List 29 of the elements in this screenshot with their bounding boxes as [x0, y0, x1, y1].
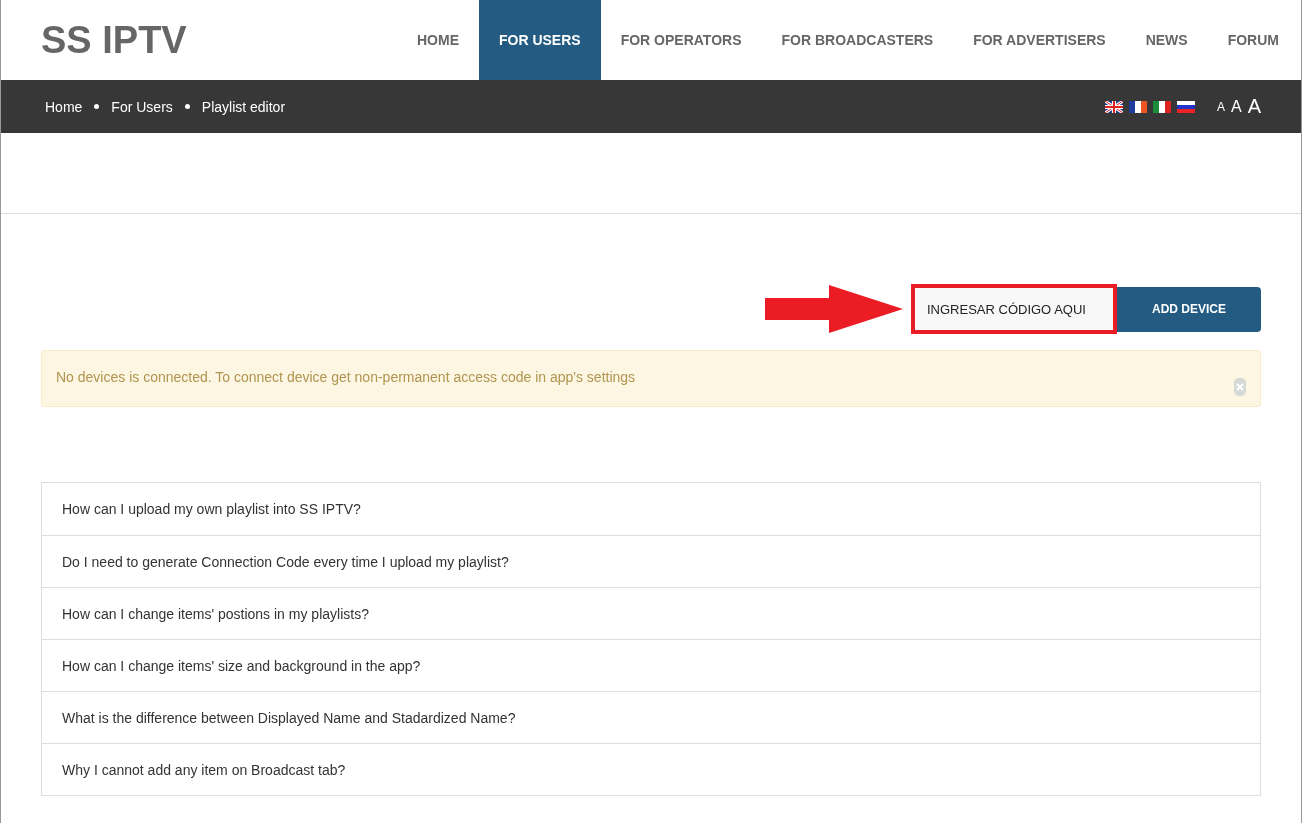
- faq-question[interactable]: Do I need to generate Connection Code every time I upload my playlist?: [42, 535, 1260, 587]
- font-size-button[interactable]: A: [1247, 95, 1261, 118]
- nav-link[interactable]: NEWS: [1125, 0, 1208, 80]
- nav-link[interactable]: HOME: [397, 0, 479, 80]
- alert-text: No devices is connected. To connect device get non-permanent access code in app's settings: [56, 369, 636, 387]
- breadcrumb-link[interactable]: For Users: [111, 98, 173, 115]
- separator-icon: [184, 104, 190, 109]
- nav-link[interactable]: FOR USERS: [479, 0, 601, 80]
- nav-link[interactable]: FOR BROADCASTERS: [761, 0, 954, 80]
- flag-icon[interactable]: [1176, 100, 1195, 113]
- add-device-button[interactable]: ADD DEVICE: [1117, 286, 1261, 332]
- nav-link[interactable]: FOR OPERATORS: [600, 0, 762, 80]
- breadcrumb-link[interactable]: Home: [45, 98, 83, 115]
- flag-icon[interactable]: [1128, 100, 1147, 113]
- flag-icon[interactable]: [1152, 100, 1171, 113]
- font-size-button[interactable]: A: [1231, 97, 1242, 116]
- faq-question[interactable]: Why I cannot add any item on Broadcast tab?: [42, 743, 1260, 795]
- flag-icon[interactable]: [1104, 100, 1123, 113]
- faq-question[interactable]: How can I change items' postions in my playlists?: [42, 587, 1260, 639]
- nav-link[interactable]: FOR ADVERTISERS: [953, 0, 1126, 80]
- site-logo[interactable]: SS IPTV: [41, 0, 187, 80]
- faq-question[interactable]: What is the difference between Displayed Name and Stadardized Name?: [42, 691, 1260, 743]
- code-input-field[interactable]: INGRESAR CÓDIGO AQUI: [911, 284, 1117, 334]
- separator-icon: [94, 104, 100, 109]
- faq-question[interactable]: How can I change items' size and background in the app?: [42, 639, 1260, 691]
- faq-question[interactable]: How can I upload my own playlist into SS IPTV?: [42, 483, 1260, 535]
- font-size-button[interactable]: A: [1216, 99, 1225, 114]
- breadcrumb-link[interactable]: Playlist editor: [201, 98, 286, 115]
- nav-link[interactable]: FORUM: [1207, 0, 1299, 80]
